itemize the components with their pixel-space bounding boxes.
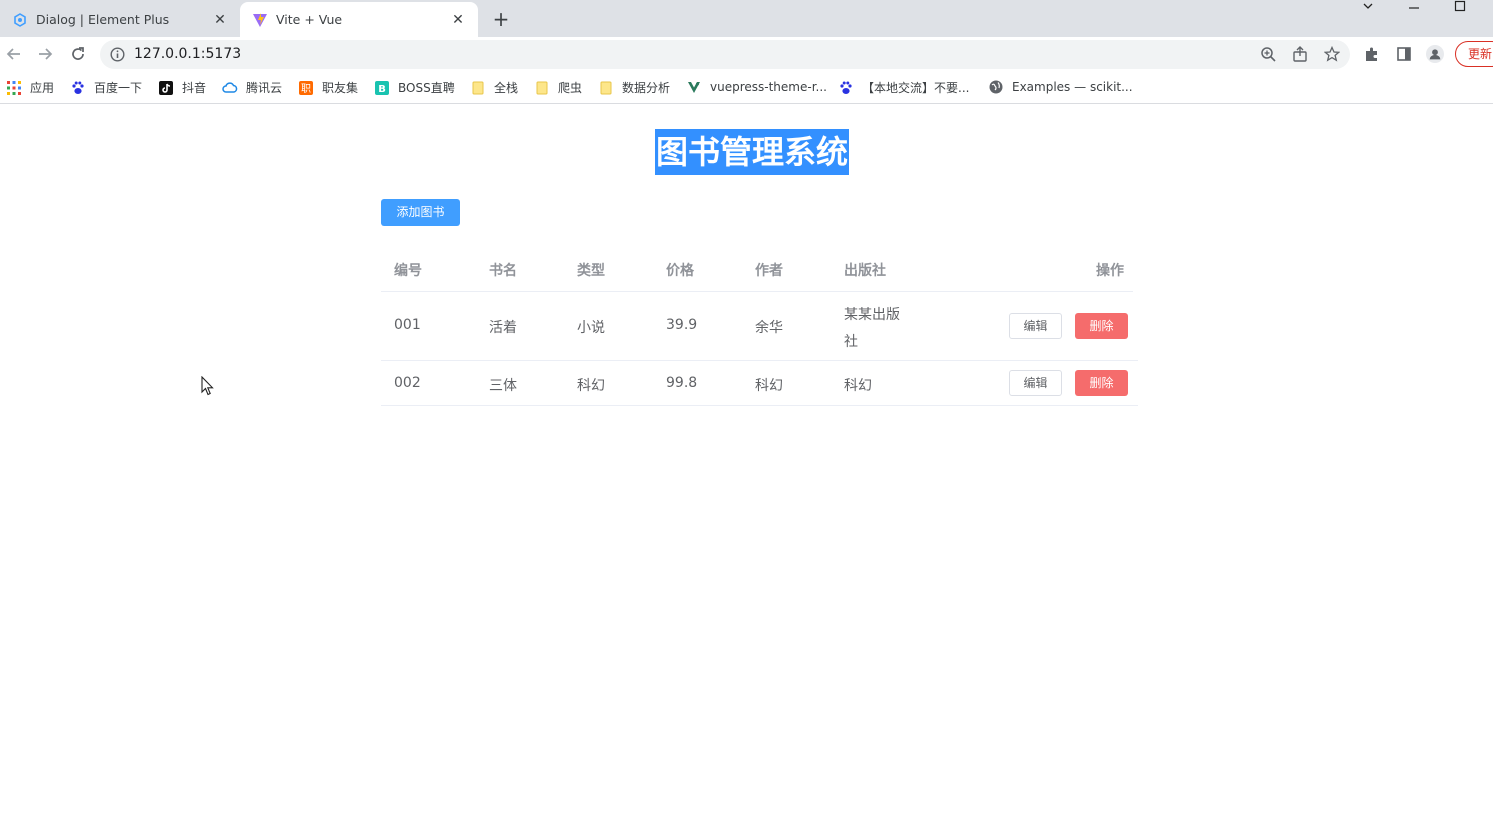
column-header-type: 类型 (577, 263, 605, 279)
back-arrow-icon[interactable] (2, 42, 26, 66)
vite-icon (252, 12, 268, 28)
zhiyouji-icon: 职 (298, 80, 314, 96)
cell-type: 科幻 (577, 378, 605, 394)
update-button[interactable]: 更新 (1455, 41, 1493, 67)
bookmarks-bar: 应用 百度一下 抖音 腾讯云 职 职友集 B BOSS直聘 全栈 爬虫 数据分析… (0, 71, 1493, 104)
bookmark-baidu[interactable]: 百度一下 (70, 79, 142, 96)
cell-id: 002 (394, 375, 421, 391)
bookmark-label: 腾讯云 (246, 81, 283, 95)
bookmark-apps[interactable]: 应用 (6, 79, 54, 96)
tab-vite-vue[interactable]: Vite + Vue ✕ (240, 2, 478, 37)
bookmark-folder-fullstack[interactable]: 全栈 (470, 79, 518, 96)
cell-price: 39.9 (666, 317, 698, 333)
bookmark-label: vuepress-theme-r... (710, 80, 827, 94)
edit-button[interactable]: 编辑 (1009, 370, 1062, 396)
svg-text:B: B (378, 84, 386, 95)
bookmark-zhiyouji[interactable]: 职 职友集 (298, 79, 358, 96)
close-icon[interactable]: ✕ (450, 12, 466, 28)
tab-title: Vite + Vue (276, 12, 343, 27)
bookmark-folder-crawler[interactable]: 爬虫 (534, 79, 582, 96)
bookmark-label: 职友集 (322, 81, 359, 95)
page-title: 图书管理系统 (656, 133, 849, 171)
bookmark-label: 抖音 (182, 81, 207, 95)
browser-tab-strip: Dialog | Element Plus ✕ Vite + Vue ✕ + (0, 0, 1493, 37)
share-icon[interactable] (1291, 45, 1309, 63)
browser-toolbar: 127.0.0.1:5173 更新 (0, 37, 1493, 71)
column-header-author: 作者 (755, 263, 783, 279)
row-divider (381, 405, 1138, 406)
baidu-paw-icon (838, 80, 854, 96)
mouse-cursor-icon (201, 375, 215, 400)
bookmark-label: BOSS直聘 (398, 81, 455, 95)
baidu-paw-icon (70, 80, 86, 96)
tiktok-icon (158, 80, 174, 96)
column-header-actions: 操作 (1096, 263, 1124, 279)
bookmark-folder-data-analysis[interactable]: 数据分析 (598, 79, 670, 96)
tab-dialog-element-plus[interactable]: Dialog | Element Plus ✕ (0, 2, 240, 37)
cell-type: 小说 (577, 320, 605, 336)
bookmark-local-exchange[interactable]: 【本地交流】不要... (838, 79, 969, 96)
cell-id: 001 (394, 317, 421, 333)
address-bar[interactable]: 127.0.0.1:5173 (100, 40, 1350, 69)
cell-name: 活着 (489, 320, 517, 336)
column-header-price: 价格 (666, 263, 694, 279)
element-plus-icon (12, 12, 28, 28)
svg-text:职: 职 (301, 83, 311, 95)
bookmark-boss[interactable]: B BOSS直聘 (374, 79, 455, 96)
reload-icon[interactable] (66, 42, 90, 66)
chevron-down-icon[interactable] (1348, 0, 1388, 18)
bookmark-tencent-cloud[interactable]: 腾讯云 (222, 79, 282, 96)
bookmark-label: 【本地交流】不要... (862, 81, 970, 95)
folder-icon (598, 80, 614, 96)
row-divider (381, 360, 1138, 361)
folder-icon (534, 80, 550, 96)
cell-author: 科幻 (755, 378, 783, 394)
boss-icon: B (374, 80, 390, 96)
cell-publisher-line2: 社 (844, 334, 858, 350)
maximize-icon[interactable] (1440, 0, 1480, 18)
forward-arrow-icon[interactable] (33, 42, 57, 66)
bookmark-scikit-examples[interactable]: Examples — scikit... (988, 79, 1133, 95)
bookmark-vuepress[interactable]: vuepress-theme-r... (686, 79, 827, 95)
new-tab-button[interactable]: + (488, 6, 514, 32)
close-icon[interactable]: ✕ (212, 12, 228, 28)
column-header-name: 书名 (489, 263, 517, 279)
column-header-publisher: 出版社 (844, 263, 886, 279)
profile-avatar-icon[interactable] (1426, 45, 1444, 63)
bookmark-label: 百度一下 (94, 81, 143, 95)
page-title-selection: 图书管理系统 (655, 129, 850, 175)
zoom-icon[interactable] (1259, 45, 1277, 63)
cell-author: 余华 (755, 320, 783, 336)
cloud-icon (222, 80, 238, 96)
bookmark-label: 爬虫 (558, 81, 583, 95)
cell-publisher: 科幻 (844, 378, 872, 394)
bookmark-label: 全栈 (494, 81, 519, 95)
cell-publisher-line1: 某某出版 (844, 307, 900, 323)
star-icon[interactable] (1323, 45, 1341, 63)
bookmark-douyin[interactable]: 抖音 (158, 79, 206, 96)
delete-button[interactable]: 删除 (1075, 370, 1128, 396)
add-book-button[interactable]: 添加图书 (381, 199, 460, 226)
edit-button[interactable]: 编辑 (1009, 313, 1062, 339)
delete-button[interactable]: 删除 (1075, 313, 1128, 339)
bookmark-label: Examples — scikit... (1012, 80, 1133, 94)
globe-icon (988, 79, 1004, 95)
url-text: 127.0.0.1:5173 (134, 46, 242, 62)
tab-title: Dialog | Element Plus (36, 12, 170, 27)
extensions-puzzle-icon[interactable] (1363, 45, 1381, 63)
minimize-icon[interactable] (1394, 0, 1434, 18)
side-panel-icon[interactable] (1395, 45, 1413, 63)
vuepress-icon (686, 79, 702, 95)
cell-price: 99.8 (666, 375, 698, 391)
info-icon[interactable] (110, 47, 125, 66)
folder-icon (470, 80, 486, 96)
bookmark-label: 应用 (30, 81, 55, 95)
cell-name: 三体 (489, 378, 517, 394)
header-divider (381, 291, 1133, 292)
column-header-id: 编号 (394, 263, 422, 279)
bookmark-label: 数据分析 (622, 81, 671, 95)
apps-grid-icon (6, 80, 22, 96)
